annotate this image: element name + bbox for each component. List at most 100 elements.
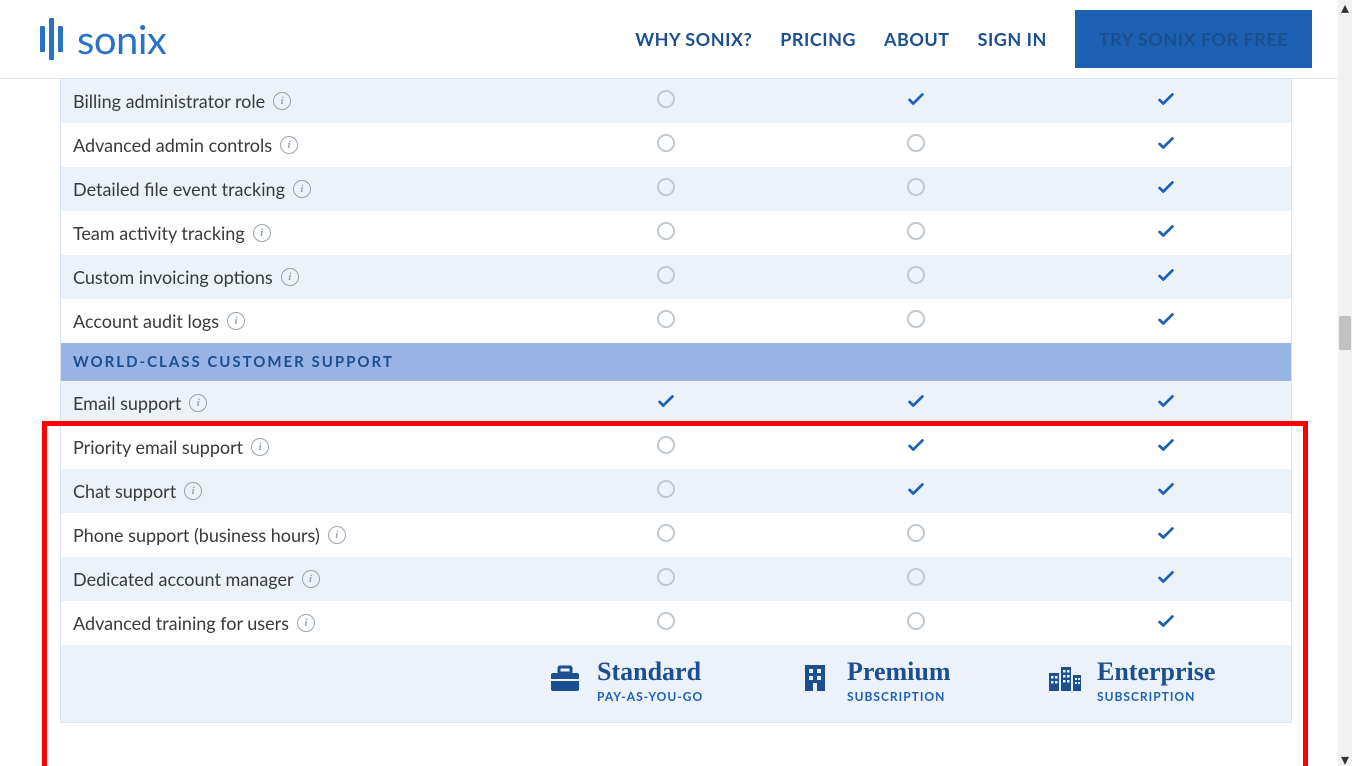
checkmark-icon xyxy=(1155,264,1177,286)
feature-cell xyxy=(541,90,791,112)
checkmark-icon xyxy=(1155,132,1177,154)
feature-row: Custom invoicing options i xyxy=(61,255,1291,299)
feature-cell xyxy=(1041,610,1291,636)
plan-sub: PAY-AS-YOU-GO xyxy=(597,689,703,704)
feature-cell xyxy=(791,568,1041,590)
feature-cell xyxy=(1041,176,1291,202)
nav-why[interactable]: WHY SONIX? xyxy=(635,28,752,50)
feature-row: Advanced training for users i xyxy=(61,601,1291,645)
info-icon[interactable]: i xyxy=(297,614,315,632)
info-icon[interactable]: i xyxy=(293,180,311,198)
info-icon[interactable]: i xyxy=(281,268,299,286)
scroll-down-arrow[interactable]: ▾ xyxy=(1338,752,1352,766)
not-included-icon xyxy=(907,568,925,586)
info-icon[interactable]: i xyxy=(328,526,346,544)
feature-cell xyxy=(1041,478,1291,504)
nav-about[interactable]: ABOUT xyxy=(884,28,950,50)
logo[interactable]: sonix xyxy=(40,15,166,63)
checkmark-icon xyxy=(655,390,677,412)
not-included-icon xyxy=(657,222,675,240)
info-icon[interactable]: i xyxy=(184,482,202,500)
checkmark-icon xyxy=(1155,390,1177,412)
scroll-up-arrow[interactable]: ▴ xyxy=(1338,0,1352,14)
feature-cell xyxy=(541,178,791,200)
nav-signin[interactable]: SIGN IN xyxy=(978,28,1047,50)
checkmark-icon xyxy=(905,88,927,110)
not-included-icon xyxy=(657,134,675,152)
feature-cell xyxy=(541,436,791,458)
feature-label: Billing administrator role i xyxy=(61,80,541,122)
not-included-icon xyxy=(907,524,925,542)
feature-row: Advanced admin controls i xyxy=(61,123,1291,167)
feature-label: Custom invoicing options i xyxy=(61,256,541,298)
logo-text: sonix xyxy=(77,15,166,63)
feature-cell xyxy=(541,266,791,288)
info-icon[interactable]: i xyxy=(280,136,298,154)
not-included-icon xyxy=(907,266,925,284)
checkmark-icon xyxy=(1155,220,1177,242)
plan-name: Standard xyxy=(597,659,703,685)
feature-row: Billing administrator role i xyxy=(61,79,1291,123)
checkmark-icon xyxy=(1155,88,1177,110)
feature-label: Advanced training for users i xyxy=(61,602,541,644)
feature-cell xyxy=(541,222,791,244)
not-included-icon xyxy=(657,436,675,454)
checkmark-icon xyxy=(905,390,927,412)
plan-column[interactable]: Standard PAY-AS-YOU-GO xyxy=(541,659,791,704)
feature-cell xyxy=(791,88,1041,114)
feature-cell xyxy=(791,178,1041,200)
feature-label: Detailed file event tracking i xyxy=(61,168,541,210)
feature-row: Dedicated account manager i xyxy=(61,557,1291,601)
pricing-comparison-table: Billing administrator role iAdvanced adm… xyxy=(60,78,1292,723)
info-icon[interactable]: i xyxy=(253,224,271,242)
feature-row: Detailed file event tracking i xyxy=(61,167,1291,211)
info-icon[interactable]: i xyxy=(189,394,207,412)
not-included-icon xyxy=(907,134,925,152)
try-free-button[interactable]: TRY SONIX FOR FREE xyxy=(1075,10,1312,68)
not-included-icon xyxy=(657,266,675,284)
feature-row: Account audit logs i xyxy=(61,299,1291,343)
checkmark-icon xyxy=(1155,566,1177,588)
feature-label: Email support i xyxy=(61,382,541,424)
plan-column[interactable]: PremiumSUBSCRIPTION xyxy=(791,659,1041,704)
feature-cell xyxy=(791,310,1041,332)
feature-row: Email support i xyxy=(61,381,1291,425)
info-icon[interactable]: i xyxy=(227,312,245,330)
feature-label: Dedicated account manager i xyxy=(61,558,541,600)
feature-cell xyxy=(1041,390,1291,416)
feature-cell xyxy=(541,480,791,502)
feature-label: Chat support i xyxy=(61,470,541,512)
info-icon[interactable]: i xyxy=(302,570,320,588)
feature-row: Chat support i xyxy=(61,469,1291,513)
feature-label: Priority email support i xyxy=(61,426,541,468)
not-included-icon xyxy=(657,90,675,108)
feature-label: Phone support (business hours) i xyxy=(61,514,541,556)
feature-cell xyxy=(1041,132,1291,158)
checkmark-icon xyxy=(1155,522,1177,544)
checkmark-icon xyxy=(905,434,927,456)
feature-row: Phone support (business hours) i xyxy=(61,513,1291,557)
checkmark-icon xyxy=(1155,434,1177,456)
feature-label: Account audit logs i xyxy=(61,300,541,342)
scrollbar-thumb[interactable] xyxy=(1339,316,1351,350)
not-included-icon xyxy=(657,568,675,586)
feature-cell xyxy=(791,612,1041,634)
feature-cell xyxy=(541,390,791,416)
feature-cell xyxy=(541,310,791,332)
checkmark-icon xyxy=(1155,478,1177,500)
info-icon[interactable]: i xyxy=(251,438,269,456)
feature-cell xyxy=(1041,434,1291,460)
not-included-icon xyxy=(907,222,925,240)
feature-cell xyxy=(541,568,791,590)
not-included-icon xyxy=(657,612,675,630)
plan-sub: SUBSCRIPTION xyxy=(1097,689,1215,704)
feature-row: Priority email support i xyxy=(61,425,1291,469)
info-icon[interactable]: i xyxy=(273,92,291,110)
site-header: sonix WHY SONIX? PRICING ABOUT SIGN IN T… xyxy=(0,0,1352,79)
scrollbar-track[interactable]: ▴ ▾ xyxy=(1338,0,1352,766)
plan-name: Enterprise xyxy=(1097,659,1215,685)
plan-column[interactable]: Enterprise SUBSCRIPTION xyxy=(1041,659,1291,704)
nav-pricing[interactable]: PRICING xyxy=(780,28,856,50)
feature-cell xyxy=(791,390,1041,416)
not-included-icon xyxy=(657,524,675,542)
